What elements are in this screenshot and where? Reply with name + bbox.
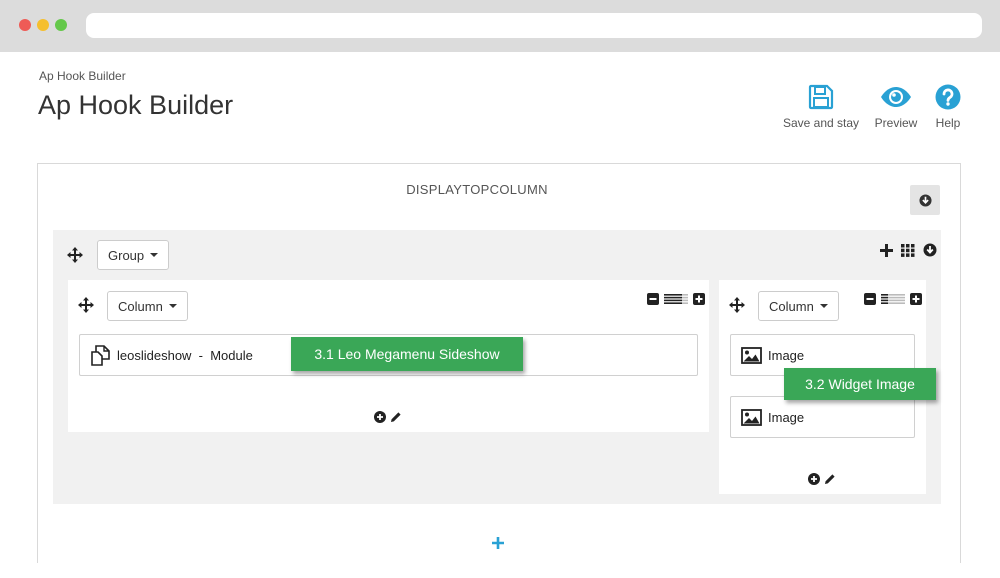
column-dropdown-label: Column bbox=[769, 298, 814, 314]
add-group-icon[interactable] bbox=[492, 536, 504, 554]
plus-square-icon[interactable] bbox=[910, 293, 922, 305]
hook-title: DISPLAYTOPCOLUMN bbox=[406, 182, 548, 197]
grid-icon[interactable] bbox=[901, 243, 915, 257]
save-and-stay-label: Save and stay bbox=[782, 116, 860, 130]
minus-square-icon[interactable] bbox=[864, 293, 876, 305]
image-icon bbox=[741, 346, 762, 364]
preview-label: Preview bbox=[874, 116, 918, 130]
save-and-stay-button[interactable]: Save and stay bbox=[780, 84, 862, 130]
caret-down-icon bbox=[150, 253, 159, 257]
widget-label: Image bbox=[768, 409, 805, 425]
breadcrumb: Ap Hook Builder bbox=[39, 69, 126, 83]
widget-label: leoslideshow - Module bbox=[117, 347, 253, 363]
eye-icon bbox=[881, 87, 911, 107]
group-dropdown[interactable]: Group bbox=[97, 240, 170, 270]
module-icon bbox=[91, 344, 110, 366]
pencil-icon[interactable] bbox=[824, 473, 836, 485]
window-close-dot[interactable] bbox=[19, 19, 31, 31]
page-title: Ap Hook Builder bbox=[38, 90, 234, 120]
circle-arrow-down-icon bbox=[918, 193, 932, 207]
save-icon bbox=[808, 84, 834, 110]
move-icon[interactable] bbox=[729, 297, 745, 318]
column-add-edit bbox=[374, 411, 402, 423]
window-minimize-dot[interactable] bbox=[37, 19, 49, 31]
pencil-icon[interactable] bbox=[390, 411, 402, 423]
group-dropdown-label: Group bbox=[108, 247, 145, 263]
widget-label: Image bbox=[768, 347, 805, 363]
window-maximize-dot[interactable] bbox=[55, 19, 67, 31]
column-actions bbox=[647, 293, 705, 305]
circle-arrow-down-icon[interactable] bbox=[923, 243, 937, 257]
column-width-icon[interactable] bbox=[881, 294, 905, 304]
browser-chrome bbox=[0, 0, 1000, 52]
help-icon bbox=[935, 84, 961, 110]
column-add-edit bbox=[808, 473, 836, 485]
plus-icon[interactable] bbox=[880, 243, 893, 257]
callout-annotation: 3.1 Leo Megamenu Sideshow bbox=[291, 337, 523, 371]
help-label: Help bbox=[935, 116, 961, 130]
column-dropdown[interactable]: Column bbox=[758, 291, 839, 321]
hook-collapse-button[interactable] bbox=[910, 185, 940, 215]
preview-button[interactable]: Preview bbox=[870, 84, 922, 130]
minus-square-icon[interactable] bbox=[647, 293, 659, 305]
plus-square-icon[interactable] bbox=[693, 293, 705, 305]
group-actions bbox=[880, 243, 937, 257]
image-widget[interactable]: Image bbox=[730, 396, 915, 438]
column-actions bbox=[864, 293, 922, 305]
column-dropdown[interactable]: Column bbox=[107, 291, 188, 321]
move-icon[interactable] bbox=[78, 297, 94, 318]
column-width-icon[interactable] bbox=[664, 294, 688, 304]
caret-down-icon bbox=[819, 304, 828, 308]
column-dropdown-label: Column bbox=[118, 298, 163, 314]
callout-annotation: 3.2 Widget Image bbox=[784, 368, 936, 400]
add-widget-icon[interactable] bbox=[808, 473, 820, 485]
address-bar[interactable] bbox=[86, 13, 982, 38]
add-widget-icon[interactable] bbox=[374, 411, 386, 423]
image-icon bbox=[741, 408, 762, 426]
move-icon[interactable] bbox=[67, 247, 83, 268]
help-button[interactable]: Help bbox=[930, 84, 966, 130]
caret-down-icon bbox=[168, 304, 177, 308]
